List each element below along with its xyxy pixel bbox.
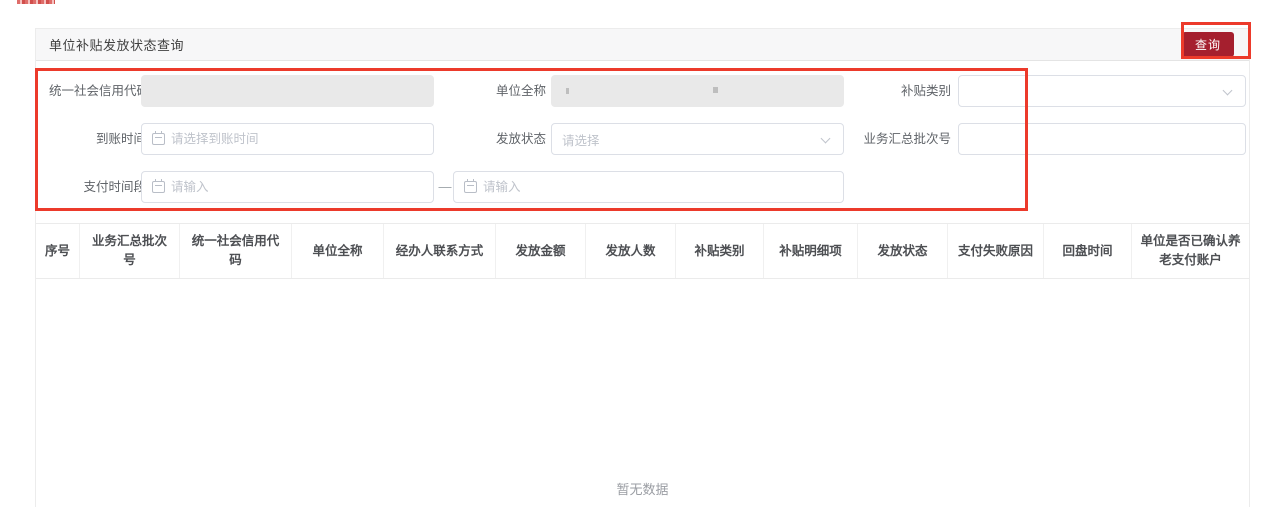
- pay-period-end-field[interactable]: [477, 180, 843, 194]
- arrival-time-field[interactable]: [165, 132, 433, 146]
- column-header: 序号: [36, 224, 80, 278]
- column-header: 业务汇总批次号: [80, 224, 180, 278]
- calendar-icon: [464, 181, 477, 193]
- empty-state-text: 暂无数据: [36, 479, 1249, 498]
- calendar-icon: [152, 133, 165, 145]
- unit-name-input: [551, 75, 844, 107]
- column-header: 经办人联系方式: [384, 224, 496, 278]
- panel-header: 单位补贴发放状态查询: [36, 29, 1249, 61]
- credit-code-input: [141, 75, 434, 107]
- payout-status-label: 发放状态: [446, 123, 546, 155]
- chevron-down-icon: [821, 134, 831, 144]
- pay-period-start-field[interactable]: [165, 180, 433, 194]
- credit-code-field: [142, 84, 433, 98]
- column-header: 支付失败原因: [948, 224, 1044, 278]
- subsidy-category-select[interactable]: [958, 75, 1246, 107]
- arrival-time-label: 到账时间: [46, 123, 146, 155]
- column-header: 单位全称: [292, 224, 384, 278]
- column-header: 统一社会信用代码: [180, 224, 292, 278]
- unit-name-label: 单位全称: [446, 75, 546, 107]
- batch-no-label: 业务汇总批次号: [851, 123, 951, 155]
- column-header: 发放人数: [586, 224, 676, 278]
- batch-no-field[interactable]: [959, 132, 1245, 146]
- column-header: 补贴类别: [676, 224, 764, 278]
- pay-period-start-picker[interactable]: [141, 171, 434, 203]
- query-button[interactable]: 查询: [1182, 32, 1234, 57]
- arrival-time-picker[interactable]: [141, 123, 434, 155]
- batch-no-input[interactable]: [958, 123, 1246, 155]
- clipped-red-text: [17, 0, 55, 4]
- calendar-icon: [152, 181, 165, 193]
- chevron-down-icon: [1223, 86, 1233, 96]
- column-header: 补贴明细项: [764, 224, 858, 278]
- pay-period-end-picker[interactable]: [453, 171, 844, 203]
- page-title: 单位补贴发放状态查询: [49, 35, 184, 54]
- range-separator: —: [437, 171, 453, 203]
- column-header: 单位是否已确认养老支付账户: [1132, 224, 1249, 278]
- column-header: 发放金额: [496, 224, 586, 278]
- results-table-header: 序号 业务汇总批次号 统一社会信用代码 单位全称 经办人联系方式 发放金额 发放…: [36, 223, 1249, 279]
- subsidy-category-label: 补贴类别: [851, 75, 951, 107]
- query-panel: 单位补贴发放状态查询 查询 统一社会信用代码 单位全称 补贴类别 到账时间 发放…: [35, 28, 1250, 507]
- redacted-mark: [713, 87, 718, 93]
- credit-code-label: 统一社会信用代码: [49, 75, 146, 107]
- payout-status-value: 请选择: [552, 130, 600, 149]
- redacted-mark: [566, 88, 569, 94]
- column-header: 回盘时间: [1044, 224, 1132, 278]
- pay-period-label: 支付时间段: [46, 171, 146, 203]
- payout-status-select[interactable]: 请选择: [551, 123, 844, 155]
- column-header: 发放状态: [858, 224, 948, 278]
- unit-name-field: [552, 84, 843, 98]
